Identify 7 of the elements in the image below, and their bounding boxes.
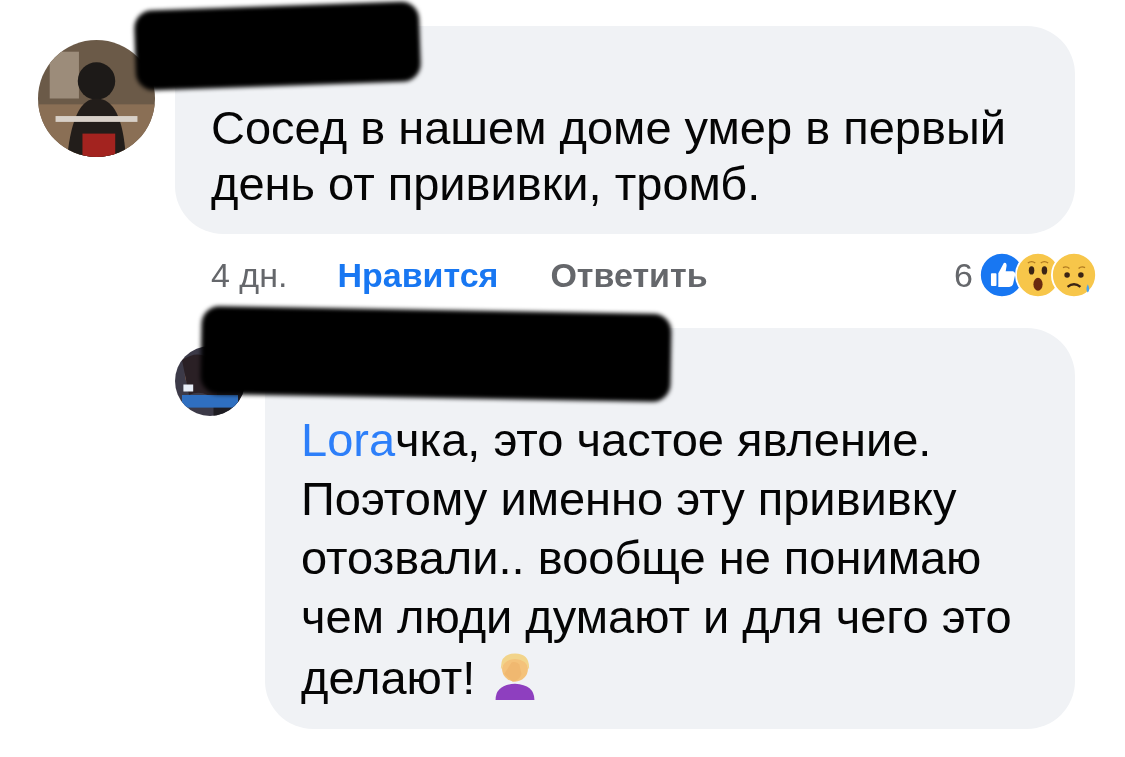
mention-link[interactable]: Lora — [301, 413, 396, 466]
like-link[interactable]: Нравится — [337, 255, 499, 295]
reaction-count: 6 — [954, 255, 973, 295]
comment-time: 4 дн. — [211, 255, 288, 295]
comment-text: Сосед в нашем доме умер в первый день от прививки, тромб. — [211, 100, 1007, 212]
comment-text: Loraчка, это частое явление. Поэтому именно эту прививку отозвали.. вообще не понимаю чем люди думают и для чего это делают! — [301, 412, 1013, 706]
reply-link[interactable]: Ответить — [550, 255, 708, 295]
